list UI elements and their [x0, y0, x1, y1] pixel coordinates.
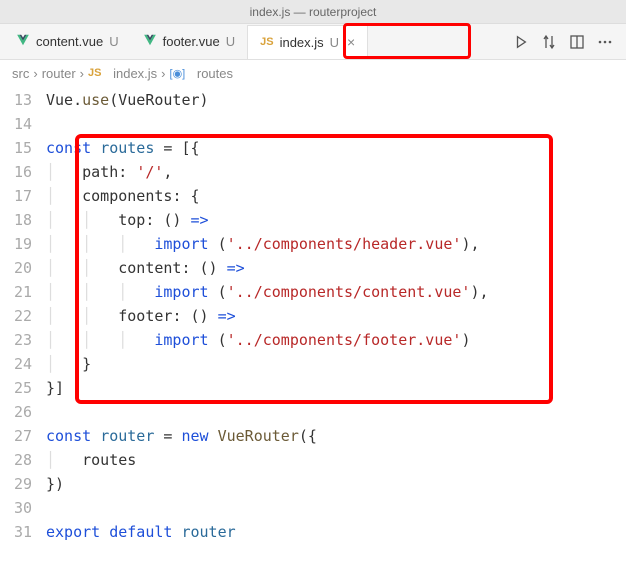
split-icon[interactable]	[568, 33, 586, 51]
code-content[interactable]: }]	[46, 376, 64, 400]
line-number: 28	[0, 448, 46, 472]
code-content[interactable]: │ │ footer: () =>	[46, 304, 236, 328]
tab-content-vue[interactable]: content.vue U	[4, 25, 131, 59]
breadcrumb-part[interactable]: [◉] routes	[170, 66, 233, 81]
line-number: 21	[0, 280, 46, 304]
breadcrumb-part[interactable]: JS index.js	[88, 66, 157, 81]
code-line[interactable]: 16│ path: '/',	[0, 160, 626, 184]
code-line[interactable]: 18│ │ top: () =>	[0, 208, 626, 232]
editor-actions	[512, 33, 622, 51]
code-line[interactable]: 13Vue.use(VueRouter)	[0, 88, 626, 112]
tab-label: content.vue	[36, 34, 103, 49]
close-icon[interactable]: ×	[347, 34, 355, 50]
compare-icon[interactable]	[540, 33, 558, 51]
window-titlebar: index.js — routerproject	[0, 0, 626, 24]
line-number: 26	[0, 400, 46, 424]
line-number: 29	[0, 472, 46, 496]
line-number: 15	[0, 136, 46, 160]
code-content[interactable]: │ │ │ import ('../components/footer.vue'…	[46, 328, 470, 352]
tab-bar: content.vue U footer.vue U JS index.js U…	[0, 24, 626, 60]
line-number: 19	[0, 232, 46, 256]
code-content[interactable]: Vue.use(VueRouter)	[46, 88, 209, 112]
code-line[interactable]: 25}]	[0, 376, 626, 400]
line-number: 24	[0, 352, 46, 376]
breadcrumb-part[interactable]: src	[12, 66, 29, 81]
breadcrumb-sep: ›	[161, 66, 165, 81]
code-line[interactable]: 20│ │ content: () =>	[0, 256, 626, 280]
tab-label: footer.vue	[163, 34, 220, 49]
line-number: 16	[0, 160, 46, 184]
line-number: 25	[0, 376, 46, 400]
code-content[interactable]: │ │ │ import ('../components/content.vue…	[46, 280, 489, 304]
run-icon[interactable]	[512, 33, 530, 51]
code-line[interactable]: 31export default router	[0, 520, 626, 544]
breadcrumb[interactable]: src › router › JS index.js › [◉] routes	[0, 60, 626, 86]
code-line[interactable]: 29})	[0, 472, 626, 496]
more-icon[interactable]	[596, 33, 614, 51]
line-number: 14	[0, 112, 46, 136]
breadcrumb-sep: ›	[33, 66, 37, 81]
line-number: 22	[0, 304, 46, 328]
line-number: 18	[0, 208, 46, 232]
code-line[interactable]: 21│ │ │ import ('../components/content.v…	[0, 280, 626, 304]
line-number: 20	[0, 256, 46, 280]
tab-footer-vue[interactable]: footer.vue U	[131, 25, 248, 59]
code-line[interactable]: 22│ │ footer: () =>	[0, 304, 626, 328]
line-number: 17	[0, 184, 46, 208]
code-content[interactable]: │ routes	[46, 448, 136, 472]
line-number: 27	[0, 424, 46, 448]
code-line[interactable]: 15const routes = [{	[0, 136, 626, 160]
code-content[interactable]: │ │ │ import ('../components/header.vue'…	[46, 232, 480, 256]
code-content[interactable]: │ │ content: () =>	[46, 256, 245, 280]
code-line[interactable]: 30	[0, 496, 626, 520]
code-line[interactable]: 19│ │ │ import ('../components/header.vu…	[0, 232, 626, 256]
js-icon: JS	[260, 36, 273, 48]
code-content[interactable]: │ │ top: () =>	[46, 208, 209, 232]
symbol-icon: [◉]	[170, 67, 186, 80]
code-content[interactable]: │ components: {	[46, 184, 200, 208]
code-line[interactable]: 28│ routes	[0, 448, 626, 472]
code-content[interactable]: │ path: '/',	[46, 160, 172, 184]
tab-index-js[interactable]: JS index.js U ×	[247, 25, 368, 59]
code-line[interactable]: 24│ }	[0, 352, 626, 376]
breadcrumb-sep: ›	[80, 66, 84, 81]
code-content[interactable]: })	[46, 472, 64, 496]
js-icon: JS	[88, 67, 101, 79]
code-editor[interactable]: 13Vue.use(VueRouter)1415const routes = […	[0, 86, 626, 544]
code-line[interactable]: 17│ components: {	[0, 184, 626, 208]
tab-status: U	[109, 34, 118, 49]
tab-status: U	[330, 35, 339, 50]
code-content[interactable]: export default router	[46, 520, 236, 544]
code-line[interactable]: 27const router = new VueRouter({	[0, 424, 626, 448]
code-line[interactable]: 14	[0, 112, 626, 136]
breadcrumb-part[interactable]: router	[42, 66, 76, 81]
code-line[interactable]: 26	[0, 400, 626, 424]
tab-status: U	[226, 34, 235, 49]
vue-icon	[16, 33, 30, 50]
tab-label: index.js	[280, 35, 324, 50]
vue-icon	[143, 33, 157, 50]
line-number: 31	[0, 520, 46, 544]
code-line[interactable]: 23│ │ │ import ('../components/footer.vu…	[0, 328, 626, 352]
code-content[interactable]: const routes = [{	[46, 136, 200, 160]
line-number: 23	[0, 328, 46, 352]
line-number: 30	[0, 496, 46, 520]
line-number: 13	[0, 88, 46, 112]
code-content[interactable]: const router = new VueRouter({	[46, 424, 317, 448]
code-content[interactable]: │ }	[46, 352, 91, 376]
